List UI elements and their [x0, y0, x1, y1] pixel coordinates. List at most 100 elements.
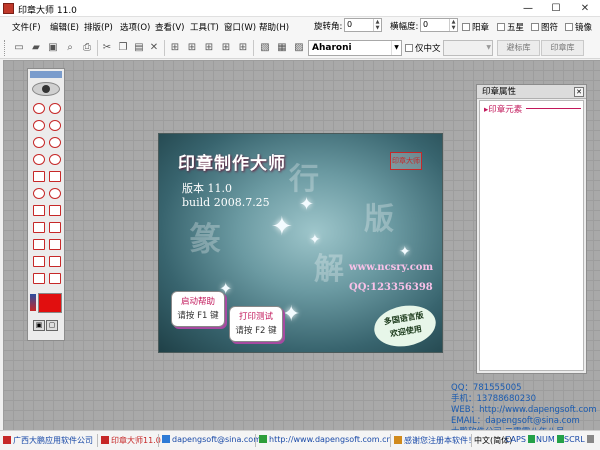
close-button[interactable]: ✕ — [570, 0, 600, 17]
seal-elements-label[interactable]: ▸印章元素 — [484, 103, 522, 115]
contact-qq: QQ：781555005 — [451, 383, 522, 393]
menu-window[interactable]: 窗口(W) — [224, 21, 256, 33]
save-icon[interactable]: ▣ — [46, 41, 60, 54]
help-button[interactable]: 启动帮助 请按 F1 键 — [171, 291, 225, 327]
rotation-spinner[interactable]: 0 ▲ ▼ — [344, 18, 382, 32]
cut-icon[interactable]: ✂ — [100, 41, 114, 54]
frame-tool-icon[interactable] — [49, 256, 61, 267]
menu-help[interactable]: 帮助(H) — [259, 21, 289, 33]
status-num: NUM — [536, 435, 564, 444]
rect-tool-icon[interactable] — [49, 239, 61, 250]
star-icon: ✦ — [282, 302, 301, 327]
circle-tool-icon[interactable] — [49, 103, 61, 114]
double-circle-tool-icon[interactable] — [33, 120, 45, 131]
key-icon — [394, 436, 402, 444]
star-icon: ✦ — [299, 194, 315, 215]
square-tool-icon[interactable] — [49, 205, 61, 216]
color-swatch[interactable] — [38, 293, 62, 313]
size-select[interactable]: ▼ — [443, 40, 493, 56]
maximize-button[interactable]: ☐ — [542, 0, 570, 17]
align-left-icon[interactable]: ⊞ — [168, 41, 182, 54]
frame-icon[interactable]: ▨ — [292, 41, 306, 54]
minimize-button[interactable]: — — [514, 0, 542, 17]
menu-file[interactable]: 文件(F) — [12, 21, 41, 33]
close-icon[interactable]: ✕ — [574, 87, 584, 97]
align-right-icon[interactable]: ⊞ — [202, 41, 216, 54]
delete-icon[interactable]: ✕ — [147, 41, 161, 54]
splash-build: build 2008.7.25 — [182, 196, 270, 209]
rect-tool-icon[interactable] — [49, 222, 61, 233]
print-icon[interactable]: ⎙ — [80, 41, 94, 54]
align-bottom-icon[interactable]: ⊞ — [236, 41, 250, 54]
ellipse-tool-icon[interactable] — [33, 154, 45, 165]
copy-icon[interactable]: ❐ — [116, 41, 130, 54]
grid-seal-tool-icon[interactable] — [33, 171, 45, 182]
checkbox-star[interactable]: 五星 — [497, 21, 524, 33]
spacing-label: 横幅度: — [390, 22, 419, 32]
chevron-down-icon: ▼ — [486, 44, 491, 51]
status-scrl: SCRL — [564, 435, 594, 444]
ring-tool-icon[interactable] — [49, 137, 61, 148]
menu-tools[interactable]: 工具(T) — [190, 21, 219, 33]
panel-title[interactable]: 印章属性 — [477, 85, 586, 99]
font-select[interactable]: Aharoni ▼ — [308, 40, 402, 56]
brush-calligraphy: 篆 — [189, 220, 222, 258]
print-preview-icon[interactable]: ⌕ — [63, 41, 77, 54]
checkbox-icon — [405, 44, 413, 52]
menu-view[interactable]: 查看(V) — [155, 21, 184, 33]
menu-layout[interactable]: 排版(P) — [84, 21, 113, 33]
grid-icon[interactable]: ▦ — [275, 41, 289, 54]
grid-seal-tool-icon[interactable] — [49, 171, 61, 182]
ellipse-tool-icon[interactable] — [49, 154, 61, 165]
menu-options[interactable]: 选项(O) — [120, 21, 150, 33]
logo-library-tab[interactable]: 避标库 — [497, 40, 540, 56]
image-icon[interactable]: ▧ — [258, 41, 272, 54]
status-caps: CAPS — [505, 435, 535, 444]
seal-library-tab[interactable]: 印章库 — [541, 40, 584, 56]
toolbar-grip[interactable] — [4, 40, 7, 56]
gradient-swatch[interactable] — [30, 294, 36, 311]
palette-header[interactable] — [30, 71, 62, 78]
help-button-title: 启动帮助 — [180, 297, 215, 307]
mail-icon — [162, 435, 170, 443]
frame-tool-icon[interactable] — [49, 273, 61, 284]
spinner-arrows-icon[interactable]: ▲ ▼ — [373, 19, 381, 31]
status-email[interactable]: dapengsoft@sina.com — [162, 435, 261, 444]
ring-tool-icon[interactable] — [33, 137, 45, 148]
frame-tool-icon[interactable] — [33, 273, 45, 284]
checkbox-icon — [497, 23, 505, 31]
mini-tool-icon[interactable]: ▣ — [33, 320, 45, 331]
contact-email: EMAIL：dapengsoft@sina.com — [451, 416, 580, 426]
properties-body[interactable]: ▸印章元素 — [479, 100, 584, 371]
checkbox-icon — [531, 23, 539, 31]
triangle-tool-icon[interactable] — [49, 188, 61, 199]
checkbox-symbol[interactable]: 图符 — [531, 21, 558, 33]
checkbox-chinese-only[interactable]: 仅中文 — [405, 42, 441, 54]
toolbar-separator — [164, 40, 165, 56]
menu-edit[interactable]: 编辑(E) — [50, 21, 79, 33]
spinner-arrows-icon[interactable]: ▲ ▼ — [449, 19, 457, 31]
status-url[interactable]: http://www.dapengsoft.com.cn — [259, 435, 392, 444]
window-title: 印章大师 11.0 — [18, 6, 77, 16]
diamond-tool-icon[interactable] — [33, 188, 45, 199]
status-separator — [97, 434, 98, 447]
circle-tool-icon[interactable] — [33, 103, 45, 114]
print-test-button[interactable]: 打印测试 请按 F2 键 — [229, 306, 283, 342]
checkbox-mirror[interactable]: 镜像 — [565, 21, 592, 33]
align-center-icon[interactable]: ⊞ — [185, 41, 199, 54]
rect-tool-icon[interactable] — [33, 239, 45, 250]
new-icon[interactable]: ▭ — [12, 41, 26, 54]
open-icon[interactable]: ▰ — [29, 41, 43, 54]
square-tool-icon[interactable] — [33, 205, 45, 216]
spacing-spinner[interactable]: 0 ▲ ▼ — [420, 18, 458, 32]
splash-screen[interactable]: 篆 行 解 版 ✦ ✦ ✦ ✦ ✦ ✦ 印章制作大师 印章大师 版本 11.0 … — [158, 133, 443, 353]
eye-icon[interactable] — [32, 82, 60, 96]
rect-tool-icon[interactable] — [33, 222, 45, 233]
align-top-icon[interactable]: ⊞ — [219, 41, 233, 54]
checkbox-yang[interactable]: 阳章 — [462, 21, 489, 33]
mini-tool-icon[interactable]: ▢ — [46, 320, 58, 331]
checkbox-icon — [462, 23, 470, 31]
paste-icon[interactable]: ▤ — [132, 41, 146, 54]
double-circle-tool-icon[interactable] — [49, 120, 61, 131]
frame-tool-icon[interactable] — [33, 256, 45, 267]
